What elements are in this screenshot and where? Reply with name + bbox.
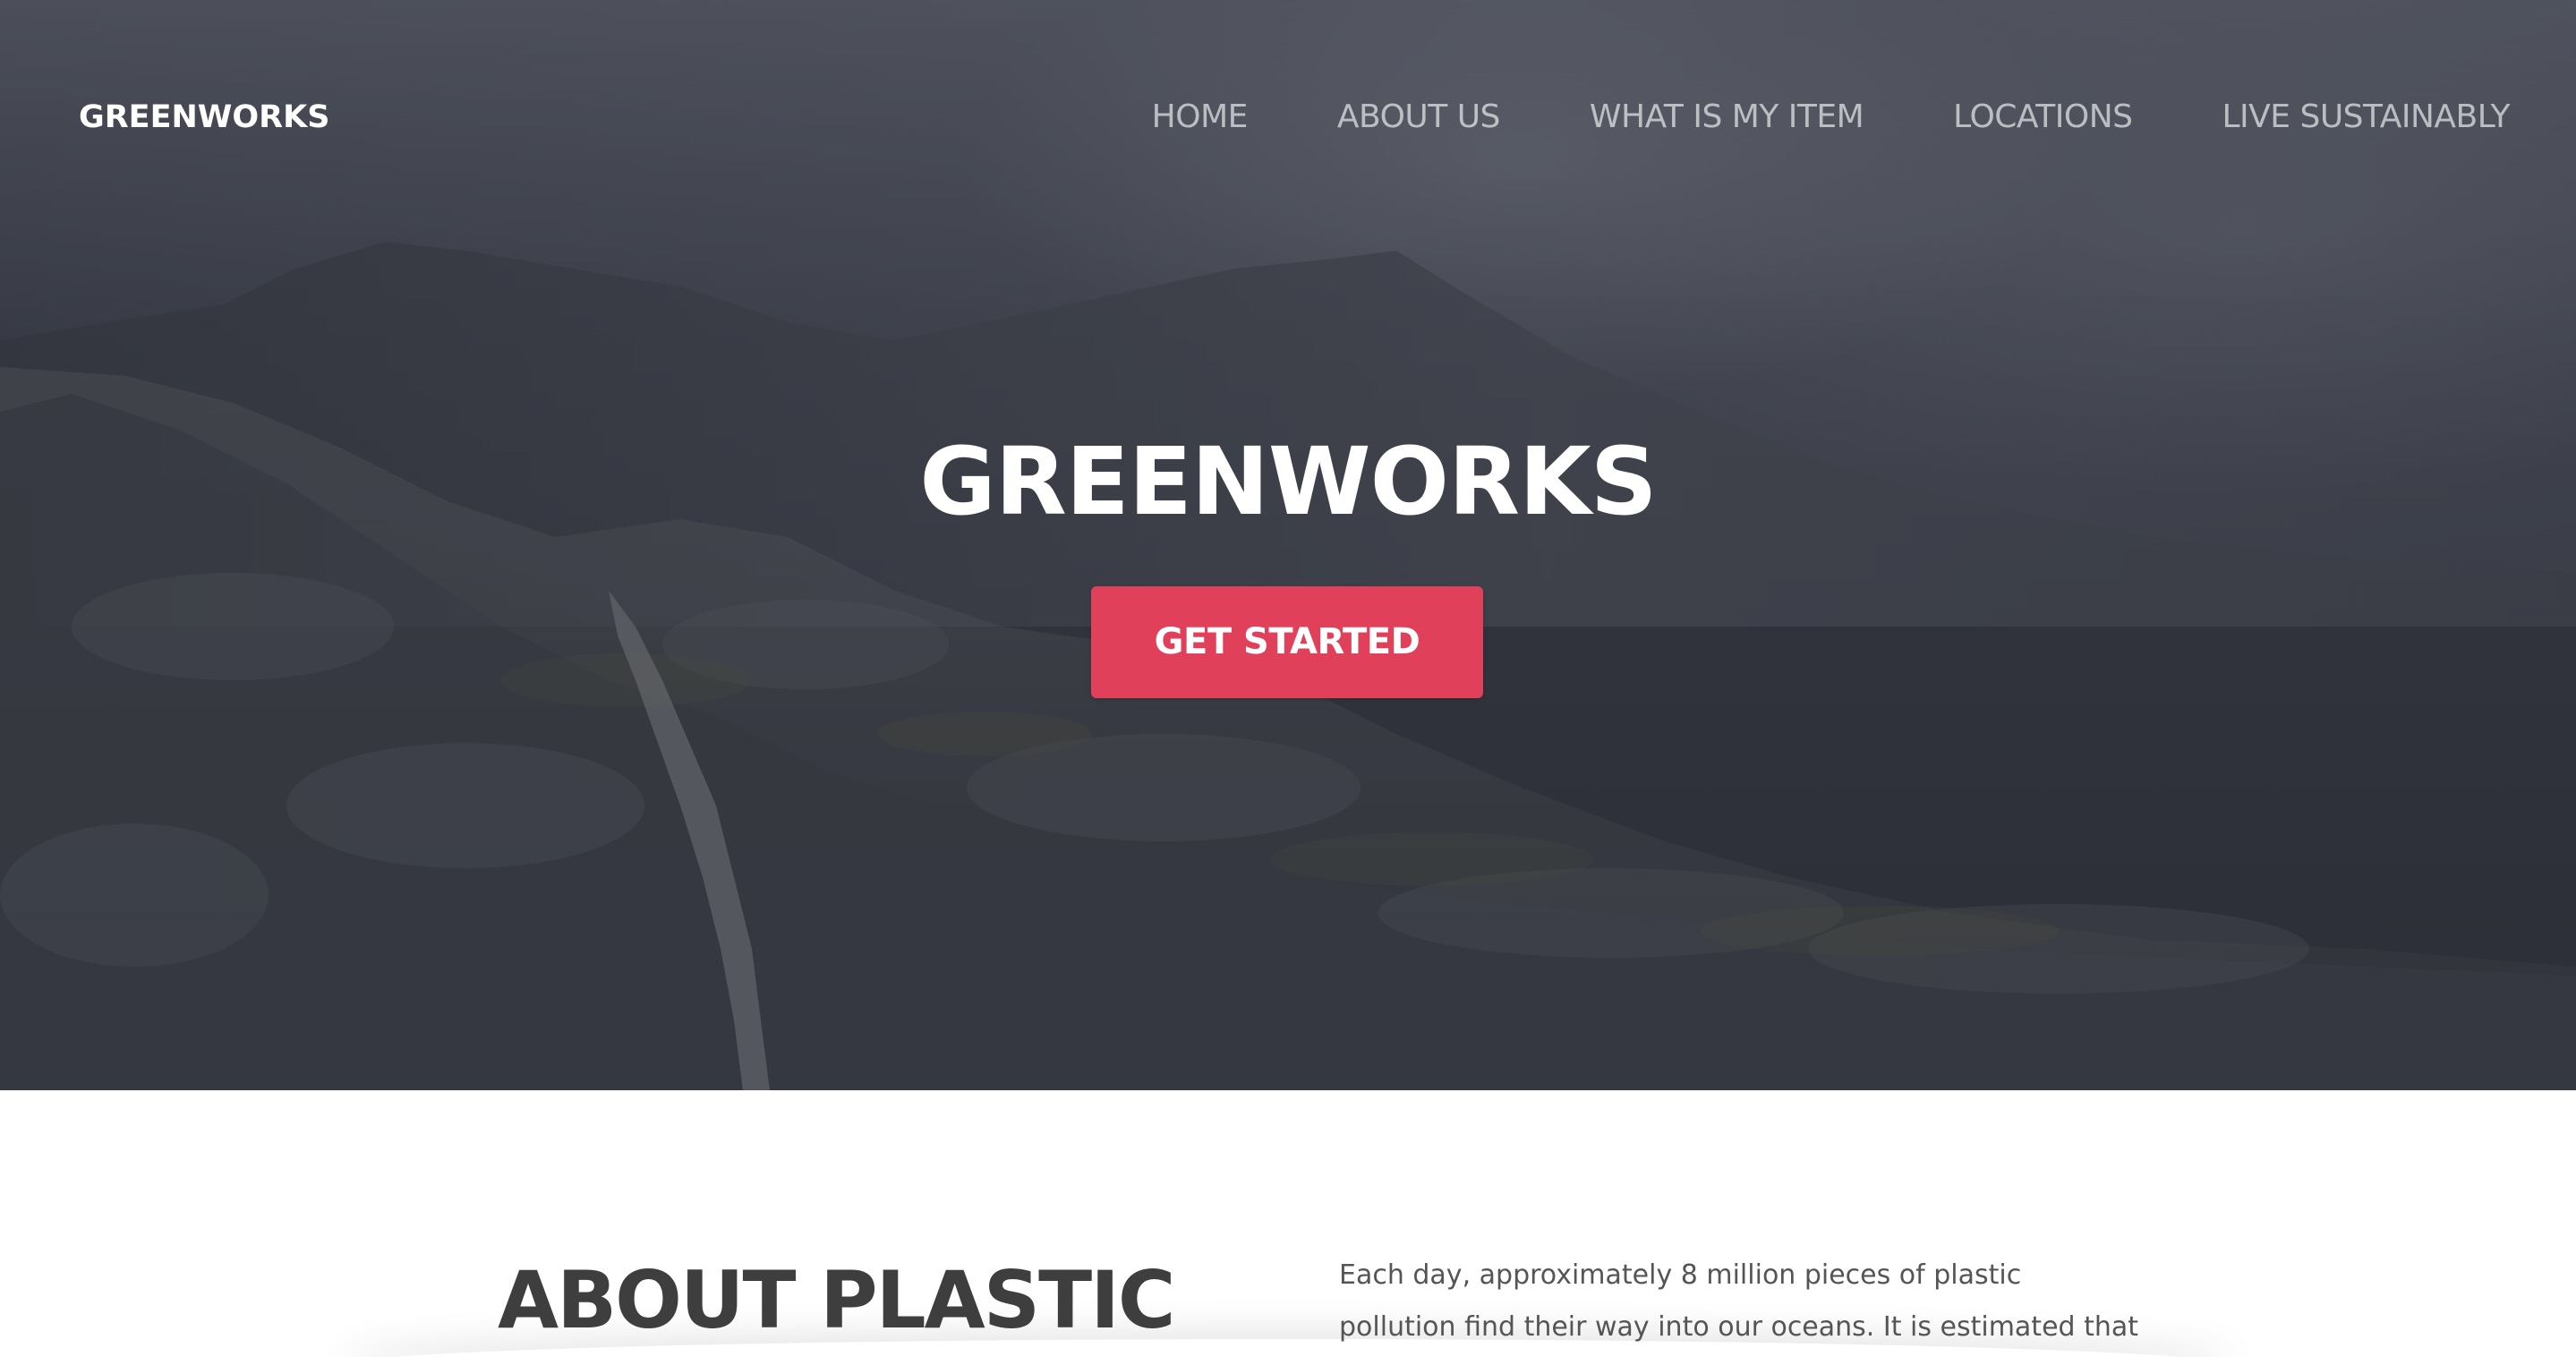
main-nav: HOME ABOUT US WHAT IS MY ITEM LOCATIONS …	[1062, 97, 2511, 138]
nav-item-about-us[interactable]: ABOUT US	[1337, 97, 1501, 138]
hero-section: GREENWORKS HOME ABOUT US WHAT IS MY ITEM…	[0, 0, 2576, 1090]
about-paragraph-line: Each day, approximately 8 million pieces…	[1339, 1259, 2022, 1291]
hero-overlay	[0, 0, 2576, 1090]
nav-item-live-sustainably[interactable]: LIVE SUSTAINABLY	[2222, 97, 2510, 138]
nav-item-locations[interactable]: LOCATIONS	[1953, 97, 2133, 138]
about-section	[0, 1090, 2576, 1357]
about-paragraph: Each day, approximately 8 million pieces…	[1339, 1250, 2139, 1353]
brand-logo[interactable]: GREENWORKS	[79, 97, 329, 138]
about-paragraph-line: pollution find their way into our oceans…	[1339, 1311, 2139, 1343]
nav-item-what-is-my-item[interactable]: WHAT IS MY ITEM	[1590, 97, 1864, 138]
nav-item-home[interactable]: HOME	[1152, 97, 1249, 138]
hero-title: GREENWORKS	[919, 427, 1657, 536]
about-title: ABOUT PLASTIC	[498, 1254, 1176, 1346]
get-started-button[interactable]: GET STARTED	[1091, 586, 1483, 698]
